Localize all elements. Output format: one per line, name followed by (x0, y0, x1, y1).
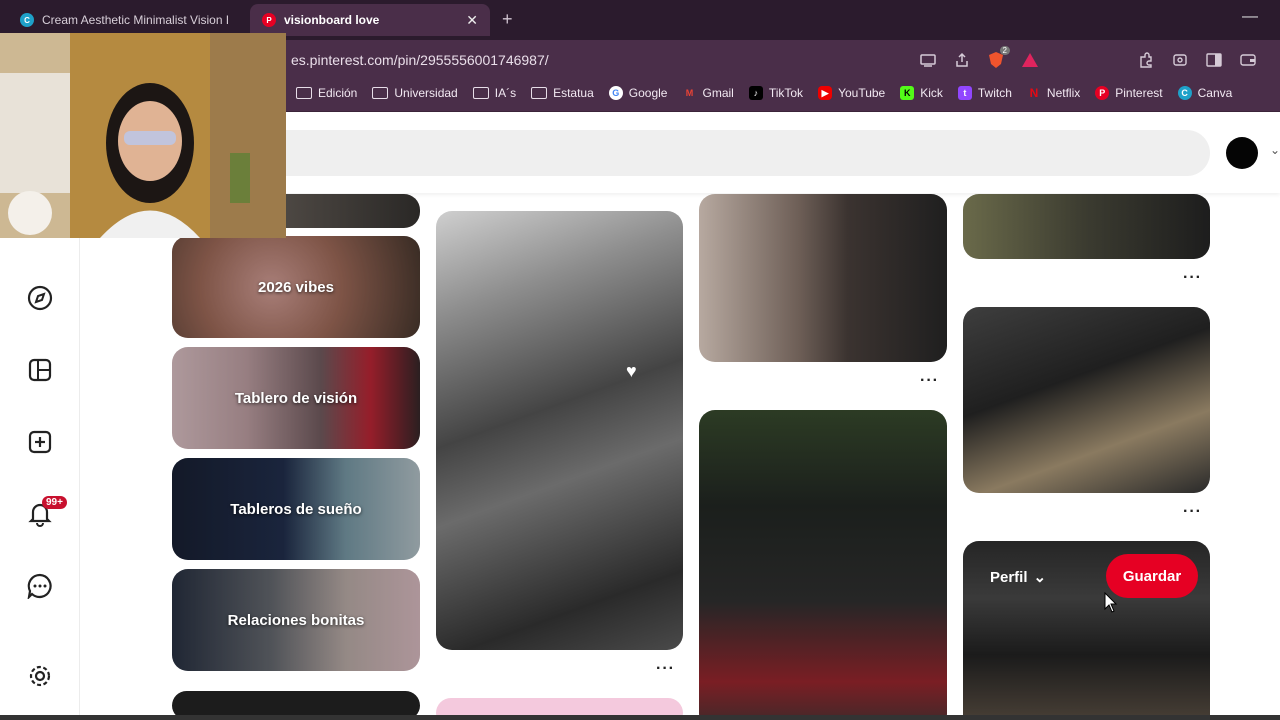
pinterest-icon: P (1095, 86, 1110, 100)
board-label: 2026 vibes (258, 278, 334, 296)
explore-icon[interactable] (26, 284, 54, 312)
bookmark-label: Pinterest (1115, 86, 1163, 100)
screenshot-icon[interactable] (1170, 50, 1190, 70)
folder-icon (296, 87, 312, 99)
board-card-relaciones-bonitas[interactable]: Relaciones bonitas (172, 569, 420, 671)
kick-icon: K (900, 86, 915, 100)
create-icon[interactable] (26, 428, 54, 456)
toolbar-actions (1136, 50, 1258, 70)
bookmark-youtube[interactable]: ▶ YouTube (818, 86, 885, 100)
tab-pinterest[interactable]: P visionboard love ✕ (250, 4, 490, 36)
board-label: Tablero de visión (234, 389, 358, 407)
bookmark-universidad[interactable]: Universidad (372, 86, 458, 100)
folder-icon (372, 87, 389, 99)
messages-icon[interactable] (26, 572, 54, 600)
notification-badge: 99+ (42, 496, 67, 509)
bookmark-edicion[interactable]: Edición (296, 86, 357, 100)
tab-title: Cream Aesthetic Minimalist Vision Bo (42, 13, 228, 27)
sidebar-toggle-icon[interactable] (1204, 50, 1224, 70)
board-card-tableros-de-sueno[interactable]: Tableros de sueño (172, 458, 420, 560)
bookmark-label: Canva (1197, 86, 1233, 100)
share-icon[interactable] (952, 50, 972, 70)
bookmark-label: Gmail (702, 86, 734, 100)
search-input[interactable] (240, 130, 1210, 176)
avatar[interactable] (1226, 137, 1258, 169)
chevron-down-icon[interactable]: ⌄ (1270, 143, 1280, 157)
brave-shields-badge: 2 (999, 46, 1010, 55)
bookmark-label: Kick (920, 86, 943, 100)
bookmark-tiktok[interactable]: ♪ TikTok (748, 86, 804, 100)
youtube-icon: ▶ (818, 86, 833, 100)
bookmark-label: Netflix (1046, 86, 1081, 100)
chevron-down-icon: ⌄ (1033, 569, 1047, 586)
bookmark-kick[interactable]: K Kick (900, 86, 943, 100)
pin-hug-photo[interactable] (963, 194, 1210, 259)
board-label: Relaciones bonitas (227, 611, 365, 629)
bookmark-ias[interactable]: IA´s (472, 86, 517, 100)
sidebar: 99+ (0, 194, 80, 720)
pin-more-options-button[interactable]: ··· (1183, 269, 1202, 287)
new-tab-button[interactable]: + (502, 9, 513, 30)
settings-gear-icon[interactable] (26, 662, 54, 690)
close-tab-icon[interactable]: ✕ (466, 12, 478, 29)
minimize-window-button[interactable]: — (1242, 8, 1258, 26)
address-actions: 2 (918, 46, 1040, 70)
bookmark-label: Estatua (553, 86, 594, 100)
canva-icon: C (1177, 86, 1192, 100)
window-bottom-border (0, 715, 1280, 720)
bookmark-gmail[interactable]: M Gmail (682, 86, 734, 100)
bookmark-netflix[interactable]: N Netflix (1027, 86, 1081, 100)
bookmark-label: Twitch (977, 86, 1012, 100)
extensions-icon[interactable] (1136, 50, 1156, 70)
install-app-icon[interactable] (918, 50, 938, 70)
url-field[interactable]: es.pinterest.com/pin/2955556001746987/ (291, 52, 549, 68)
mouse-cursor-icon (1104, 592, 1118, 613)
save-button[interactable]: Guardar (1106, 554, 1198, 598)
bookmark-label: Edición (318, 86, 358, 100)
boards-icon[interactable] (26, 356, 54, 384)
heart-icon: ♥ (626, 361, 637, 381)
brave-shields-icon[interactable]: 2 (986, 46, 1010, 70)
folder-icon (472, 87, 489, 99)
bookmark-label: IA´s (494, 86, 517, 100)
pin-more-options-button[interactable]: ··· (920, 372, 939, 390)
bookmark-google[interactable]: G Google (608, 86, 668, 100)
bookmark-label: Universidad (394, 86, 458, 100)
twitch-icon: t (957, 86, 972, 100)
gmail-icon: M (685, 88, 694, 98)
canva-icon: C (20, 13, 34, 27)
wallet-icon[interactable] (1238, 50, 1258, 70)
bookmark-label: YouTube (838, 86, 886, 100)
tab-canva[interactable]: C Cream Aesthetic Minimalist Vision Bo (8, 4, 240, 36)
bookmark-estatua[interactable]: Estatua (531, 86, 594, 100)
folder-icon (531, 87, 548, 99)
pin-couple-night-photo[interactable] (699, 194, 947, 362)
pinterest-icon: P (262, 13, 276, 27)
webcam-person-image (0, 33, 286, 238)
bookmark-pinterest[interactable]: P Pinterest (1095, 86, 1163, 100)
pin-escalator-photo[interactable]: ♥ (436, 211, 683, 650)
bookmark-twitch[interactable]: t Twitch (957, 86, 1012, 100)
pin-flowers-car-photo[interactable] (699, 410, 947, 720)
tiktok-icon: ♪ (748, 86, 763, 100)
netflix-icon: N (1029, 86, 1039, 100)
bookmark-label: Google (628, 86, 668, 100)
profile-dropdown[interactable]: Perfil ⌄ (990, 568, 1047, 587)
bookmark-label: TikTok (768, 86, 804, 100)
board-card-2026-vibes[interactable]: 2026 vibes (172, 236, 420, 338)
google-icon: G (608, 86, 623, 100)
brave-rewards-icon[interactable] (1020, 50, 1040, 70)
bookmarks-list: Edición Universidad IA´s Estatua G Google… (296, 86, 1232, 100)
profile-dropdown-label: Perfil (990, 568, 1028, 586)
pin-more-options-button[interactable]: ··· (1183, 503, 1202, 521)
webcam-overlay (0, 33, 286, 238)
pin-gym-mirror-photo[interactable] (963, 307, 1210, 493)
tab-title: visionboard love (284, 13, 380, 27)
bookmark-canva[interactable]: C Canva (1177, 86, 1233, 100)
pin-more-options-button[interactable]: ··· (656, 660, 675, 678)
board-card-tablero-de-vision[interactable]: Tablero de visión (172, 347, 420, 449)
board-label: Tableros de sueño (230, 500, 362, 518)
